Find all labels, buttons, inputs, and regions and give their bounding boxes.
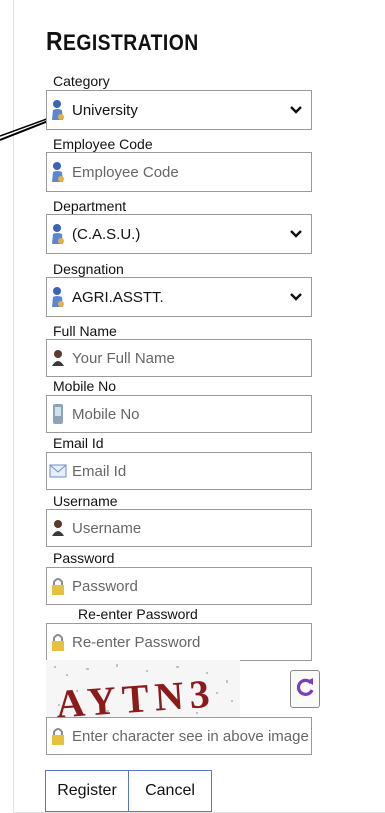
captcha-field[interactable]: Enter character see in above image — [46, 717, 312, 755]
user-icon — [47, 91, 69, 129]
email-field[interactable]: Email Id — [46, 452, 312, 490]
reenter-password-label: Re-enter Password — [78, 606, 198, 622]
username-label: Username — [53, 493, 118, 509]
category-select[interactable]: University — [46, 90, 312, 130]
page-title: REGISTRATION — [46, 26, 199, 56]
department-label: Department — [53, 198, 127, 214]
lock-icon — [47, 624, 69, 660]
category-value: University — [72, 101, 138, 119]
chevron-down-icon — [289, 91, 303, 129]
refresh-captcha-button[interactable] — [290, 670, 320, 708]
chevron-down-icon — [289, 278, 303, 316]
designation-value: AGRI.ASSTT. — [72, 288, 164, 306]
reenter-password-field[interactable]: Re-enter Password — [46, 623, 312, 661]
refresh-icon — [294, 675, 316, 704]
username-placeholder: Username — [72, 519, 142, 537]
mobile-placeholder: Mobile No — [72, 405, 140, 423]
designation-label: Desgnation — [53, 261, 124, 277]
mobile-field[interactable]: Mobile No — [46, 395, 312, 433]
register-button[interactable]: Register — [45, 770, 129, 812]
email-label: Email Id — [53, 435, 104, 451]
user-icon — [47, 153, 69, 191]
person-icon — [47, 510, 69, 546]
department-value: (C.A.S.U.) — [72, 225, 141, 243]
svg-text:AYTN3: AYTN3 — [55, 671, 217, 718]
chevron-down-icon — [289, 215, 303, 253]
employee-code-label: Employee Code — [53, 136, 153, 152]
phone-icon — [47, 396, 69, 432]
employee-code-field[interactable]: Employee Code — [46, 152, 312, 192]
username-field[interactable]: Username — [46, 509, 312, 547]
envelope-icon — [47, 453, 69, 489]
lock-icon — [47, 718, 69, 754]
password-field[interactable]: Password — [46, 567, 312, 605]
full-name-label: Full Name — [53, 323, 117, 339]
mobile-label: Mobile No — [53, 378, 117, 394]
email-placeholder: Email Id — [72, 462, 127, 480]
password-placeholder: Password — [72, 577, 138, 595]
user-icon — [47, 278, 69, 316]
cancel-button[interactable]: Cancel — [128, 770, 212, 812]
captcha-placeholder: Enter character see in above image — [72, 727, 309, 745]
user-icon — [47, 215, 69, 253]
designation-select[interactable]: AGRI.ASSTT. — [46, 277, 312, 317]
full-name-field[interactable]: Your Full Name — [46, 339, 312, 377]
reenter-password-placeholder: Re-enter Password — [72, 633, 201, 651]
category-label: Category — [53, 73, 110, 89]
full-name-placeholder: Your Full Name — [72, 349, 175, 367]
captcha-image: AYTN3 — [46, 660, 240, 718]
employee-code-placeholder: Employee Code — [72, 163, 179, 181]
department-select[interactable]: (C.A.S.U.) — [46, 214, 312, 254]
password-label: Password — [53, 550, 115, 566]
lock-icon — [47, 568, 69, 604]
person-icon — [47, 340, 69, 376]
